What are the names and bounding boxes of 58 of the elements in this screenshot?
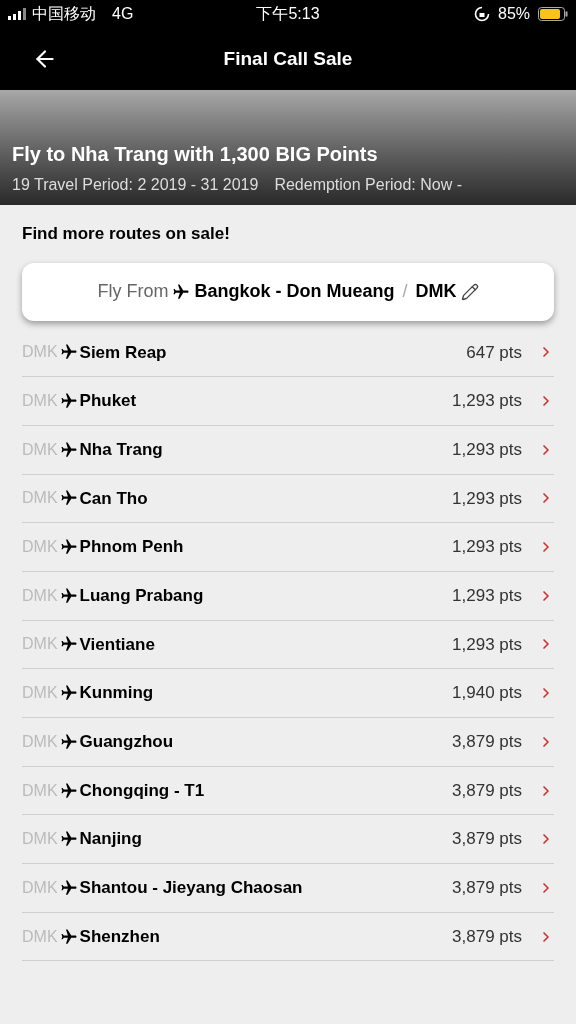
route-points: 1,293 pts: [452, 536, 522, 559]
route-destination: Guangzhou: [79, 731, 175, 754]
route-destination: Phnom Penh: [79, 536, 185, 559]
network-type: 4G: [112, 4, 134, 24]
plane-icon: [59, 878, 78, 897]
route-destination: Nanjing: [79, 828, 143, 851]
signal-icon: [8, 8, 28, 20]
plane-icon: [59, 440, 78, 459]
route-points: 647 pts: [466, 341, 522, 364]
route-points: 1,293 pts: [452, 585, 522, 608]
clock: 下午5:13: [255, 4, 321, 24]
battery-icon: [538, 7, 568, 21]
route-destination: Chongqing - T1: [79, 779, 206, 802]
route-points: 3,879 pts: [452, 779, 522, 802]
route-destination: Vientiane: [79, 633, 156, 656]
route-destination: Luang Prabang: [79, 585, 205, 608]
route-points: 1,940 pts: [452, 682, 522, 705]
route-destination: Phuket: [79, 390, 138, 413]
route-destination: Nha Trang: [79, 438, 164, 461]
route-destination: Shantou - Jieyang Chaosan: [79, 877, 304, 900]
plane-icon: [59, 343, 78, 362]
battery-percent: 85%: [498, 4, 530, 24]
origin-code: DMK: [415, 280, 457, 303]
plane-icon: [59, 927, 78, 946]
section-title: Find more routes on sale!: [22, 223, 231, 245]
route-points: 1,293 pts: [452, 390, 522, 413]
route-points: 3,879 pts: [452, 877, 522, 900]
route-destination: Can Tho: [79, 487, 149, 510]
page-title: Final Call Sale: [223, 46, 353, 71]
redemption-period: Redemption Period: Now -: [274, 175, 463, 195]
route-destination: Siem Reap: [79, 341, 168, 364]
plane-icon: [59, 489, 78, 508]
route-points: 1,293 pts: [452, 487, 522, 510]
fly-from-selector[interactable]: Fly From Bangkok - Don Mueang / DMK: [22, 262, 554, 321]
plane-icon: [172, 282, 191, 301]
plane-icon: [59, 732, 78, 751]
separator: /: [402, 280, 408, 303]
plane-icon: [59, 392, 78, 411]
plane-icon: [59, 684, 78, 703]
route-points: 3,879 pts: [452, 828, 522, 851]
route-points: 1,293 pts: [452, 633, 522, 656]
rotation-lock-icon: [474, 6, 490, 22]
plane-icon: [59, 635, 78, 654]
route-destination: Kunming: [79, 682, 155, 705]
route-destination: Shenzhen: [79, 925, 161, 948]
travel-period: 19 Travel Period: 2 2019 - 31 2019: [12, 175, 259, 195]
plane-icon: [59, 830, 78, 849]
origin-airport: Bangkok - Don Mueang: [194, 280, 395, 303]
carrier: 中国移动: [32, 4, 96, 24]
fly-from-label: Fly From: [97, 280, 169, 303]
plane-icon: [59, 781, 78, 800]
edit-icon[interactable]: [460, 282, 479, 301]
route-points: 3,879 pts: [452, 731, 522, 754]
route-points: 1,293 pts: [452, 438, 522, 461]
route-points: 3,879 pts: [452, 925, 522, 948]
plane-icon: [59, 586, 78, 605]
banner-headline: Fly to Nha Trang with 1,300 BIG Points: [12, 142, 379, 167]
plane-icon: [59, 538, 78, 557]
